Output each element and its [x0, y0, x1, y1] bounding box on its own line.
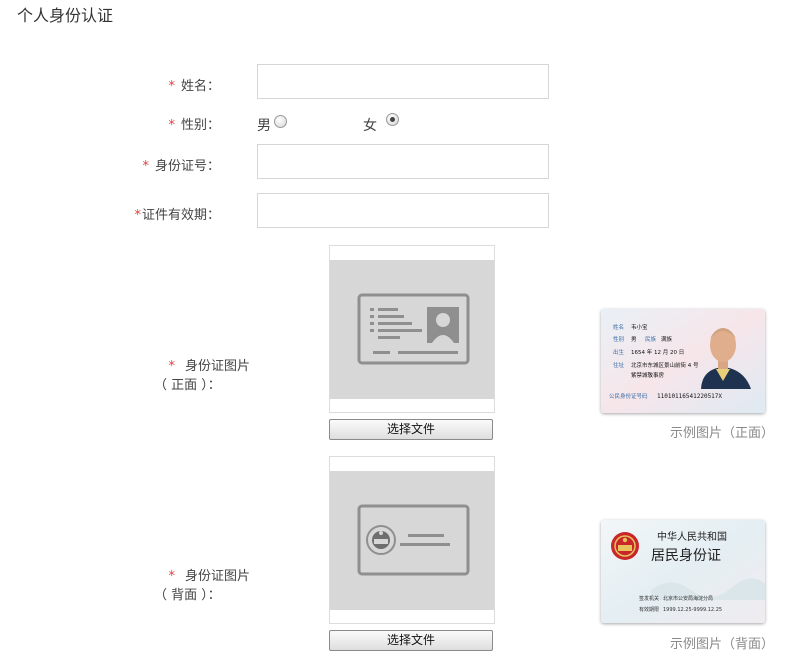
- front-upload-preview[interactable]: [329, 245, 495, 413]
- name-input[interactable]: [257, 64, 549, 99]
- back-choose-file-button[interactable]: 选择文件: [329, 630, 493, 651]
- front-image-label: * 身份证图片 （ 正面 ）：: [110, 357, 250, 395]
- validity-input[interactable]: [257, 193, 549, 228]
- id-number-label: 身份证号：: [154, 159, 220, 174]
- id-card-back-icon: [357, 504, 470, 576]
- required-mark: *: [168, 569, 175, 584]
- name-label-row: * 姓名：: [120, 75, 220, 94]
- card-address1: 北京市东城区景山前街 4 号: [631, 361, 699, 369]
- required-mark: *: [142, 159, 149, 174]
- back-sample-image: 中华人民共和国 居民身份证 签发机关 北京市公安局海淀分局 有效期限 1999.…: [601, 520, 765, 623]
- gender-male-label: 男: [257, 118, 271, 134]
- validity-label: 证件有效期：: [141, 208, 220, 223]
- required-mark: *: [168, 79, 175, 94]
- field-address: 住址: [613, 361, 625, 369]
- name-label: 姓名：: [180, 79, 220, 94]
- back-placeholder: [330, 471, 494, 610]
- back-validity-label: 有效期限: [639, 606, 659, 613]
- field-sex: 性别: [613, 335, 624, 343]
- field-birth: 出生: [613, 348, 625, 356]
- page-title: 个人身份认证: [17, 6, 114, 25]
- card-name: 韦小宝: [631, 323, 648, 331]
- card-id-number: 11010116541220517X: [657, 393, 722, 400]
- gender-male-radio[interactable]: [274, 115, 287, 128]
- card-address2: 紫禁城敬事房: [631, 371, 665, 379]
- id-card-front-icon: [357, 293, 470, 365]
- field-ethnic: 民族: [645, 335, 657, 343]
- gender-female-radio[interactable]: [386, 113, 399, 126]
- gender-label: 性别：: [180, 118, 220, 133]
- back-authority: 北京市公安局海淀分局: [663, 595, 713, 602]
- required-mark: *: [168, 118, 175, 133]
- front-label-line1: 身份证图片: [184, 359, 250, 374]
- front-sample-caption: 示例图片（正面）: [670, 426, 775, 441]
- required-mark: *: [134, 208, 141, 223]
- back-title2: 居民身份证: [651, 548, 721, 564]
- card-ethnicity: 满族: [661, 335, 673, 343]
- back-upload-preview[interactable]: [329, 456, 495, 624]
- front-sample-image: 姓名 韦小宝 性别 男 民族 满族 出生 1654 年 12 月 20 日 住址…: [601, 309, 765, 413]
- card-sex: 男: [631, 336, 637, 343]
- gender-label-row: * 性别：: [120, 114, 220, 133]
- back-title1: 中华人民共和国: [657, 530, 727, 543]
- front-choose-file-button[interactable]: 选择文件: [329, 419, 493, 440]
- back-label-line1: 身份证图片: [184, 569, 250, 584]
- back-authority-label: 签发机关: [639, 595, 659, 602]
- front-placeholder: [330, 260, 494, 399]
- back-validity: 1999.12.25-9999.12.25: [663, 607, 722, 613]
- validity-label-row: *证件有效期：: [100, 204, 220, 223]
- national-emblem: [611, 532, 639, 560]
- id-number-input[interactable]: [257, 144, 549, 179]
- front-label-line2: （ 正面 ）：: [154, 378, 221, 393]
- back-image-label: * 身份证图片 （ 背面 ）：: [110, 567, 250, 605]
- id-card-front-sample: 姓名 韦小宝 性别 男 民族 满族 出生 1654 年 12 月 20 日 住址…: [601, 309, 765, 413]
- gender-female-label: 女: [363, 118, 377, 134]
- id-number-label-row: * 身份证号：: [100, 155, 220, 174]
- field-name: 姓名: [613, 323, 624, 331]
- id-card-back-sample: 中华人民共和国 居民身份证 签发机关 北京市公安局海淀分局 有效期限 1999.…: [601, 520, 765, 623]
- required-mark: *: [168, 359, 175, 374]
- field-id: 公民身份证号码: [609, 392, 648, 400]
- back-sample-caption: 示例图片（背面）: [670, 637, 775, 652]
- back-label-line2: （ 背面 ）：: [154, 588, 221, 603]
- card-birth: 1654 年 12 月 20 日: [631, 348, 684, 356]
